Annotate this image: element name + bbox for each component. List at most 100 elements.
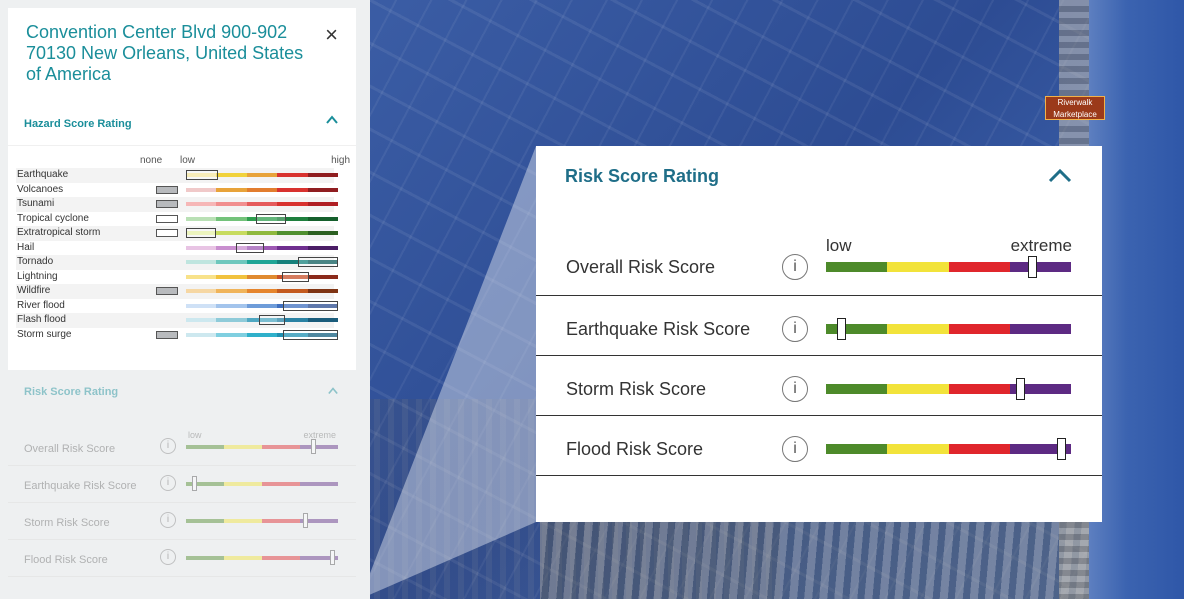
hazard-level-marker — [255, 213, 287, 224]
hazard-label: Storm surge — [17, 328, 72, 340]
info-icon[interactable]: i — [160, 438, 176, 454]
risk-level-marker — [1015, 378, 1025, 400]
hazard-level-marker — [283, 329, 338, 340]
hazard-label: Volcanoes — [17, 183, 64, 195]
hazard-row[interactable]: Tornado — [16, 255, 339, 270]
none-swatch — [156, 330, 178, 339]
hazard-section-header[interactable]: Hazard Score Rating — [8, 100, 356, 146]
hazard-label: Tsunami — [17, 198, 55, 209]
info-icon[interactable]: i — [160, 549, 176, 565]
hazard-row[interactable]: Volcanoes — [16, 183, 339, 198]
hazard-label: Flash flood — [17, 314, 66, 325]
hazard-row[interactable]: Lightning — [16, 270, 339, 285]
hazard-scale-bar — [186, 187, 339, 192]
hazard-row[interactable]: Earthquake — [16, 168, 339, 183]
risk-label: Storm Risk Score — [24, 517, 110, 529]
chevron-up-icon[interactable] — [1048, 168, 1072, 184]
risk-scale-bar — [826, 384, 1071, 394]
popup-title: Risk Score Rating — [565, 166, 720, 186]
hazard-section-title: Hazard Score Rating — [24, 118, 132, 130]
hazard-level-marker — [283, 300, 338, 311]
none-swatch — [156, 287, 178, 295]
risk-section-title: Risk Score Rating — [24, 386, 119, 398]
risk-score-label: Overall Risk Score — [566, 257, 716, 277]
info-icon[interactable]: i — [782, 436, 808, 462]
risk-row: Earthquake Risk Score i — [8, 467, 356, 503]
hazard-label: Wildfire — [17, 285, 51, 296]
hazard-label: Tornado — [17, 256, 54, 267]
risk-row: Storm Risk Score i — [8, 504, 356, 540]
none-swatch — [156, 214, 178, 223]
hazard-row[interactable]: Tropical cyclone — [16, 212, 339, 227]
risk-scale-bar — [186, 519, 338, 523]
risk-row: Overall Risk Score i — [8, 430, 356, 466]
hazard-label: Earthquake — [17, 169, 69, 180]
hazard-level-marker — [186, 170, 218, 180]
hazard-scale-bar — [186, 289, 339, 293]
hazard-level-marker — [186, 228, 217, 238]
risk-level-marker — [192, 476, 198, 491]
risk-level-marker — [836, 318, 846, 340]
risk-level-marker — [1027, 256, 1037, 278]
sidebar: Convention Center Blvd 900-902 70130 New… — [0, 0, 370, 599]
close-icon[interactable]: × — [325, 22, 338, 48]
hazard-row[interactable]: Tsunami — [16, 197, 339, 212]
risk-level-marker — [1057, 438, 1067, 460]
risk-row: Flood Risk Score i — [8, 541, 356, 577]
info-icon[interactable]: i — [160, 512, 176, 528]
risk-label: Flood Risk Score — [24, 554, 108, 566]
info-icon[interactable]: i — [782, 254, 808, 280]
hazard-row[interactable]: Storm surge — [16, 328, 339, 343]
risk-scale-bar — [826, 324, 1071, 334]
hazard-level-marker — [298, 257, 338, 267]
none-swatch — [156, 229, 178, 237]
none-swatch — [156, 185, 178, 194]
legend-high-label: high — [331, 155, 350, 166]
risk-score-row: Earthquake Risk Score i — [536, 296, 1102, 356]
hazard-row[interactable]: Extratropical storm — [16, 226, 339, 241]
hazard-row[interactable]: Hail — [16, 241, 339, 256]
risk-scale-bar — [826, 444, 1071, 454]
hazard-scale-bar — [186, 202, 339, 206]
legend-none-label: none — [140, 155, 163, 166]
legend-low-label: low — [180, 155, 196, 166]
hazard-label: River flood — [17, 299, 65, 311]
map-terrain — [540, 520, 1100, 599]
hazard-label: Tropical cyclone — [17, 212, 89, 224]
risk-label: Overall Risk Score — [24, 443, 116, 455]
info-icon[interactable]: i — [160, 475, 176, 491]
address-title: Convention Center Blvd 900-902 70130 New… — [26, 22, 304, 84]
hazard-label: Hail — [17, 241, 35, 253]
map-river — [1089, 0, 1184, 599]
hazard-label: Lightning — [17, 270, 58, 282]
risk-score-row: Storm Risk Score i — [536, 356, 1102, 416]
info-icon[interactable]: i — [782, 376, 808, 402]
map-marker[interactable]: Riverwalk Marketplace — [1045, 96, 1105, 120]
hazard-row[interactable]: River flood — [16, 299, 339, 314]
chevron-up-icon[interactable] — [328, 386, 338, 396]
risk-score-popup: Risk Score Rating low extreme Overall Ri… — [536, 146, 1102, 522]
hazard-level-marker — [258, 315, 285, 325]
risk-level-marker — [330, 550, 336, 565]
risk-level-marker — [310, 439, 316, 454]
risk-scale-bar — [186, 556, 338, 560]
risk-label: Earthquake Risk Score — [24, 480, 137, 492]
risk-score-label: Storm Risk Score — [566, 379, 707, 399]
hazard-scale-bar — [186, 274, 339, 279]
risk-score-label: Flood Risk Score — [566, 439, 704, 459]
risk-section-collapsed: Risk Score Rating low extreme Overall Ri… — [8, 378, 356, 599]
none-swatch — [156, 200, 178, 208]
hazard-list: Earthquake Volcanoes Tsunami Tropical cyclo… — [16, 168, 339, 343]
hazard-row[interactable]: Flash flood — [16, 313, 339, 328]
chevron-up-icon[interactable] — [326, 114, 338, 126]
hazard-level-marker — [236, 242, 264, 253]
hazard-level-marker — [281, 271, 310, 282]
risk-level-marker — [303, 513, 309, 528]
risk-scale-bar — [186, 482, 338, 486]
hazard-row[interactable]: Wildfire — [16, 284, 339, 299]
info-icon[interactable]: i — [782, 316, 808, 342]
hazard-label: Extratropical storm — [17, 227, 101, 238]
risk-score-label: Earthquake Risk Score — [566, 319, 751, 339]
risk-score-row: Overall Risk Score i — [536, 236, 1102, 296]
risk-score-row: Flood Risk Score i — [536, 416, 1102, 476]
